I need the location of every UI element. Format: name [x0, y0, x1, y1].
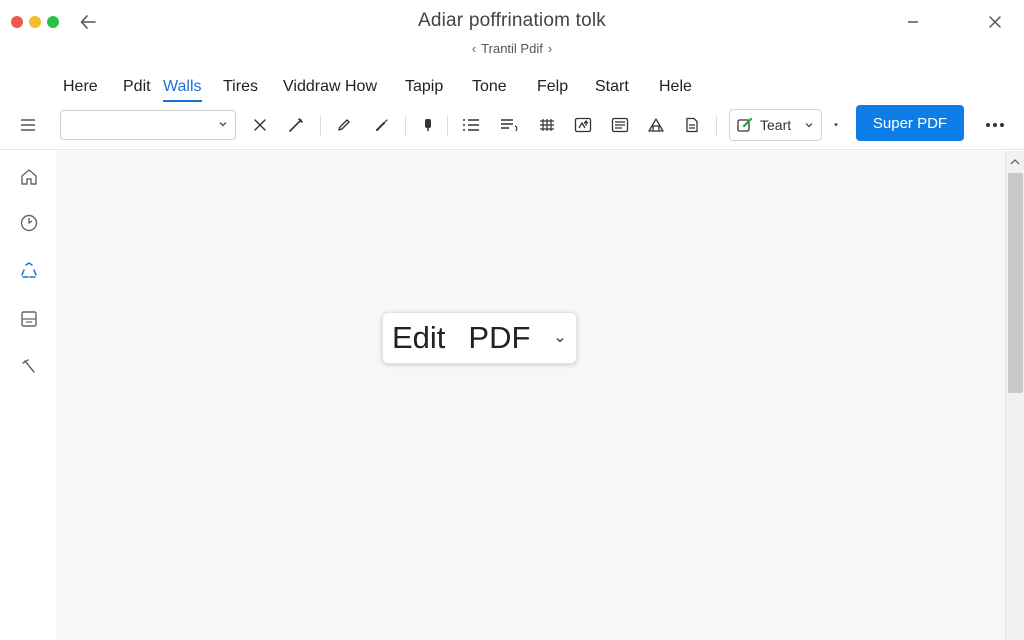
home-icon[interactable]	[17, 165, 41, 189]
recent-icon[interactable]	[17, 211, 41, 235]
edit-mode-dropdown[interactable]: Edit PDF	[382, 312, 577, 364]
minimize-icon[interactable]	[901, 10, 925, 34]
image-insert-icon[interactable]	[570, 112, 596, 138]
document-navigator: ‹ Trantil Pdif ›	[0, 41, 1024, 56]
chevron-right-icon[interactable]: ›	[548, 41, 552, 56]
menu-item-walls[interactable]: Walls	[163, 78, 202, 102]
menu-item-felp[interactable]: Felp	[537, 78, 568, 100]
tool-icon[interactable]	[17, 355, 41, 379]
toolbar-divider	[405, 116, 406, 136]
back-arrow-icon[interactable]	[76, 10, 100, 34]
app-title: Adiar poffrinatiom tolk	[417, 10, 606, 31]
toolbar: Teart Super PDF	[0, 104, 1024, 150]
menu-item-here[interactable]: Here	[63, 78, 98, 100]
dropdown-arrow-icon[interactable]	[834, 123, 838, 127]
menu-item-tone[interactable]: Tone	[472, 78, 507, 100]
grid-icon[interactable]	[534, 112, 560, 138]
menu-bar: Here Pdit Walls Tires Viddraw How Tapip …	[0, 70, 1024, 104]
edit-image-icon	[736, 116, 754, 134]
left-sidebar	[0, 151, 58, 640]
brush-icon[interactable]	[369, 112, 395, 138]
app-title-row: Adiar poffrinatiom tolk	[0, 10, 1024, 32]
font-select[interactable]	[60, 110, 236, 140]
title-bar: Adiar poffrinatiom tolk ‹ Trantil Pdif ›	[0, 0, 1024, 68]
chevron-left-icon[interactable]: ‹	[472, 41, 476, 56]
close-icon[interactable]	[247, 112, 273, 138]
menu-item-tapip[interactable]: Tapip	[405, 78, 443, 100]
document-name[interactable]: Trantil Pdif	[481, 41, 543, 56]
recycle-icon[interactable]	[17, 259, 41, 283]
menu-item-vidraw[interactable]: Viddraw	[283, 78, 341, 100]
toolbar-divider	[716, 116, 717, 136]
text-style-label: Teart	[760, 117, 792, 133]
save-icon[interactable]	[17, 307, 41, 331]
close-window-button[interactable]	[11, 16, 23, 28]
chevron-down-icon	[217, 118, 229, 130]
chevron-down-icon	[803, 119, 815, 131]
more-icon[interactable]	[982, 112, 1008, 138]
menu-item-tires[interactable]: Tires	[223, 78, 258, 100]
menu-item-pdit[interactable]: Pdit	[123, 78, 151, 100]
close-icon[interactable]	[983, 10, 1007, 34]
toolbar-divider	[447, 116, 448, 136]
marker-icon[interactable]	[415, 112, 441, 138]
text-style-dropdown[interactable]: Teart	[729, 109, 822, 141]
super-pdf-button[interactable]: Super PDF	[856, 105, 964, 141]
slash-pen-icon[interactable]	[283, 112, 309, 138]
chevron-down-icon	[554, 334, 566, 346]
page-icon[interactable]	[679, 112, 705, 138]
menu-item-hele[interactable]: Hele	[659, 78, 692, 100]
edit-mode-format: PDF	[468, 320, 531, 355]
scrollbar-thumb[interactable]	[1008, 173, 1023, 393]
document-canvas[interactable]: Edit PDF	[59, 151, 1005, 640]
vertical-scrollbar[interactable]	[1005, 151, 1024, 640]
toolbar-divider	[320, 116, 321, 136]
list-icon[interactable]	[458, 112, 484, 138]
menu-item-start[interactable]: Start	[595, 78, 629, 100]
menu-item-how[interactable]: How	[345, 78, 377, 100]
layers-icon[interactable]	[607, 112, 633, 138]
edit-mode-word: Edit	[392, 320, 446, 355]
shape-icon[interactable]	[643, 112, 669, 138]
hamburger-menu-icon[interactable]	[15, 112, 41, 138]
pencil-icon[interactable]	[331, 112, 357, 138]
scroll-up-icon[interactable]	[1007, 155, 1023, 169]
minimize-window-button[interactable]	[29, 16, 41, 28]
maximize-window-button[interactable]	[47, 16, 59, 28]
text-lines-icon[interactable]	[497, 112, 523, 138]
